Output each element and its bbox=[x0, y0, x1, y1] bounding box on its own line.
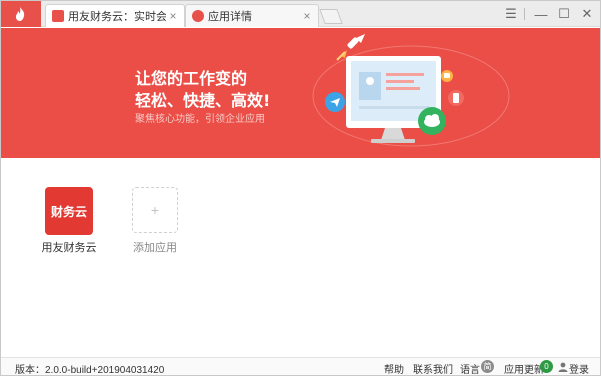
tab-app-details[interactable]: 应用详情 × bbox=[185, 4, 319, 27]
banner-title-line-1: 让您的工作变的 bbox=[135, 69, 248, 88]
banner-title-line-2: 轻松、快捷、高效! bbox=[135, 91, 271, 110]
add-app-button[interactable]: + bbox=[132, 187, 178, 233]
status-bar: 版本：2.0.0-build+201904031420 帮助 联系我们 语言 简… bbox=[1, 357, 600, 376]
menu-icon[interactable]: ☰ bbox=[499, 1, 523, 27]
app-update-link[interactable]: 应用更新 bbox=[504, 361, 544, 376]
yonyou-tab-icon bbox=[52, 10, 64, 22]
divider bbox=[524, 8, 525, 20]
promo-banner: 让您的工作变的 轻松、快捷、高效! 聚焦核心功能，引领企业应用 bbox=[1, 28, 600, 158]
minimize-button[interactable]: — bbox=[529, 1, 553, 27]
version-text: 版本：2.0.0-build+201904031420 bbox=[15, 365, 165, 376]
language-link[interactable]: 语言 bbox=[460, 361, 480, 376]
flame-logo-icon bbox=[15, 7, 25, 21]
phone-icon bbox=[448, 90, 464, 106]
tab-label: 用友财务云：实时会计 智... bbox=[68, 11, 166, 23]
send-icon bbox=[325, 92, 345, 112]
app-tile-label[interactable]: 用友财务云 bbox=[37, 239, 101, 255]
tab-close-icon[interactable]: × bbox=[300, 9, 314, 23]
contact-link[interactable]: 联系我们 bbox=[413, 361, 453, 376]
tab-close-icon[interactable]: × bbox=[166, 9, 180, 23]
user-icon bbox=[558, 362, 568, 372]
login-link[interactable]: 登录 bbox=[569, 361, 589, 376]
tab-finance-cloud[interactable]: 用友财务云：实时会计 智... × bbox=[45, 4, 185, 27]
banner-title: 让您的工作变的 轻松、快捷、高效! bbox=[135, 68, 270, 112]
chat-bubble-icon bbox=[441, 70, 453, 82]
close-button[interactable]: ✕ bbox=[575, 1, 599, 27]
app-tile-finance-cloud[interactable]: 财务云 bbox=[45, 187, 93, 235]
help-link[interactable]: 帮助 bbox=[384, 361, 404, 376]
title-bar: 用友财务云：实时会计 智... × 应用详情 × ☰ — ☐ ✕ bbox=[1, 1, 600, 27]
monitor-illustration bbox=[312, 34, 510, 147]
flame-tab-icon bbox=[192, 10, 204, 22]
plus-icon: + bbox=[150, 202, 160, 218]
add-app-label[interactable]: 添加应用 bbox=[123, 239, 187, 255]
cloud-icon bbox=[418, 107, 446, 135]
update-count-badge: 0 bbox=[540, 360, 553, 373]
maximize-button[interactable]: ☐ bbox=[552, 1, 576, 27]
banner-subtitle: 聚焦核心功能，引领企业应用 bbox=[135, 114, 265, 125]
tab-label: 应用详情 bbox=[208, 11, 252, 23]
language-badge[interactable]: 简 bbox=[481, 360, 494, 373]
new-tab-button[interactable] bbox=[319, 9, 343, 24]
app-window: 用友财务云：实时会计 智... × 应用详情 × ☰ — ☐ ✕ 让您的工作变的… bbox=[0, 0, 601, 376]
app-logo bbox=[1, 1, 41, 27]
